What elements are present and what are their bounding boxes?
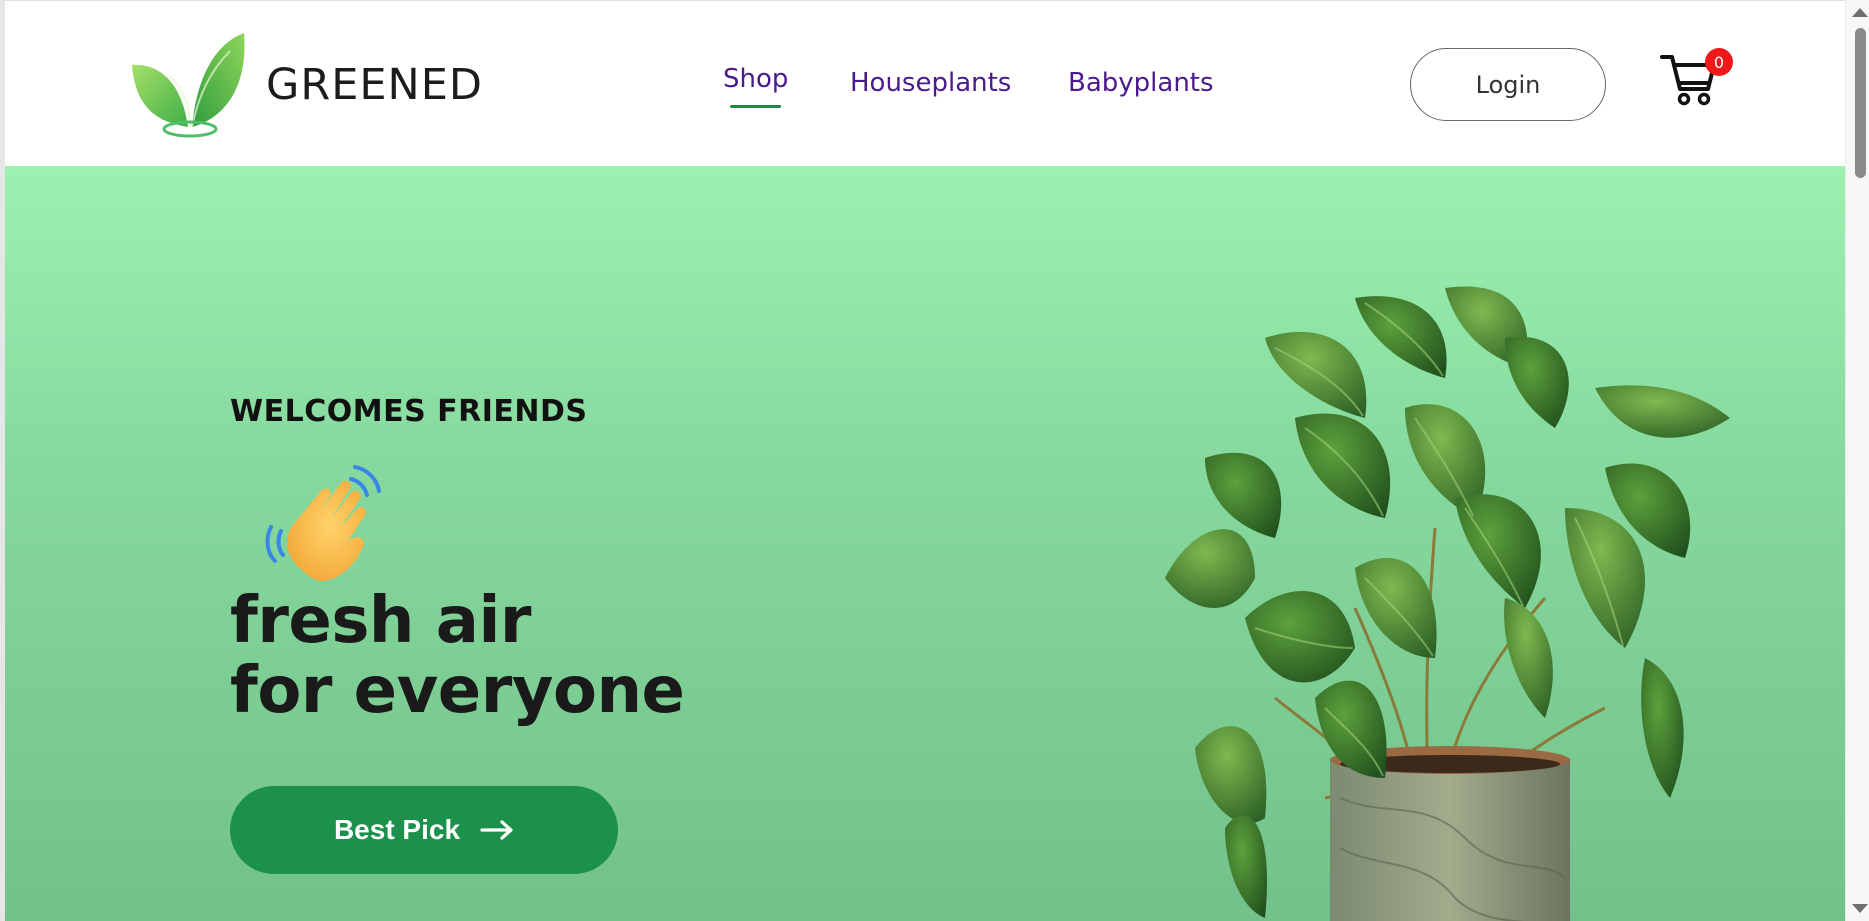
login-button[interactable]: Login [1410,48,1606,121]
arrow-right-icon [480,820,513,840]
cart-button[interactable]: 0 [1660,48,1733,113]
headline-line-1: fresh air [230,584,531,658]
nav-link-shop[interactable]: Shop [723,64,788,108]
nav-link-houseplants[interactable]: Houseplants [850,68,1011,98]
best-pick-label: Best Pick [333,814,461,845]
site-header: GREENED Shop Houseplants Babyplants Logi… [5,0,1845,166]
nav-link-babyplants[interactable]: Babyplants [1068,68,1214,98]
hero-eyebrow: WELCOMES FRIENDS [230,394,588,429]
hero-headline: fresh air for everyone [230,584,685,728]
scroll-up-arrow-icon[interactable] [1852,8,1868,17]
best-pick-button[interactable]: Best Pick [230,786,618,874]
potted-plant-image [1165,286,1730,921]
cart-count-badge: 0 [1705,48,1733,76]
scroll-down-arrow-icon[interactable] [1852,904,1868,913]
waving-hand-icon [265,465,381,581]
page: GREENED Shop Houseplants Babyplants Logi… [0,0,1869,921]
hero-section: WELCOMES FRIENDS fresh air for everyone … [5,166,1845,921]
scrollbar-thumb[interactable] [1855,28,1866,178]
vertical-scrollbar[interactable] [1845,0,1869,921]
headline-line-2: for everyone [230,654,685,728]
